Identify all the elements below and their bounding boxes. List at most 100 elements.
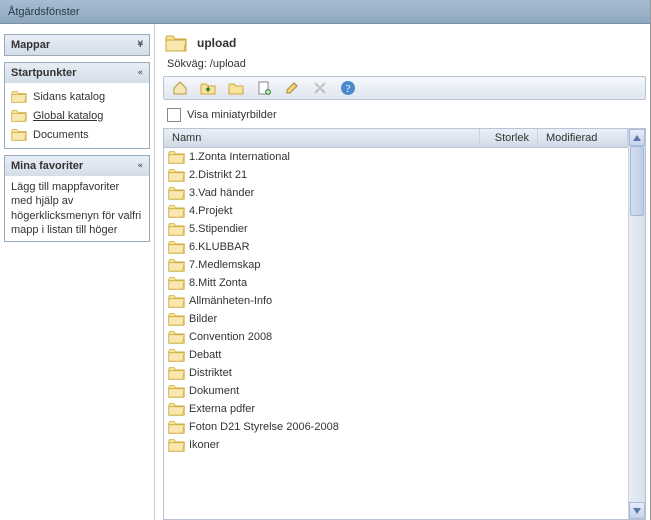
list-item-label: 4.Projekt: [189, 205, 232, 217]
list-item-label: Convention 2008: [189, 331, 272, 343]
file-list: Namn Storlek Modifierad 1.Zonta Internat…: [163, 128, 646, 520]
sidebar-item-label: Documents: [33, 129, 89, 141]
home-icon[interactable]: [172, 80, 188, 96]
panel-favorites-header[interactable]: Mina favoriter «: [5, 156, 149, 176]
column-name[interactable]: Namn: [164, 129, 480, 147]
folder-icon: [168, 402, 185, 416]
collapse-icon: «: [138, 161, 143, 171]
thumbnails-checkbox[interactable]: [167, 108, 181, 122]
folder-icon: [168, 312, 185, 326]
window-title: Åtgärdsfönster: [8, 6, 80, 18]
folder-icon: [11, 90, 27, 103]
list-item-label: 3.Vad händer: [189, 187, 254, 199]
sidebar-item[interactable]: Global katalog: [7, 106, 147, 125]
folder-icon: [168, 384, 185, 398]
panel-favorites-title: Mina favoriter: [11, 160, 83, 172]
new-file-icon[interactable]: [256, 80, 272, 96]
list-item[interactable]: Debatt: [164, 346, 628, 364]
panel-startpoints-header[interactable]: Startpunkter «: [5, 63, 149, 83]
list-item-label: Allmänheten-Info: [189, 295, 272, 307]
list-item[interactable]: 2.Distrikt 21: [164, 166, 628, 184]
scroll-thumb[interactable]: [630, 146, 644, 216]
folder-icon: [165, 34, 187, 52]
path-label: Sökväg: /upload: [161, 58, 648, 76]
panel-folders-title: Mappar: [11, 39, 50, 51]
list-item-label: Dokument: [189, 385, 239, 397]
thumbnails-label: Visa miniatyrbilder: [187, 109, 277, 121]
list-item-label: 6.KLUBBAR: [189, 241, 250, 253]
folder-icon: [168, 258, 185, 272]
list-item[interactable]: 1.Zonta International: [164, 148, 628, 166]
panel-startpoints-title: Startpunkter: [11, 67, 76, 79]
sidebar-item-label: Sidans katalog: [33, 91, 105, 103]
folder-icon: [168, 222, 185, 236]
folder-icon: [168, 186, 185, 200]
folder-icon[interactable]: [228, 80, 244, 96]
help-icon[interactable]: ?: [340, 80, 356, 96]
list-item-label: 2.Distrikt 21: [189, 169, 247, 181]
list-item-label: Externa pdfer: [189, 403, 255, 415]
current-folder-title: upload: [197, 36, 236, 50]
folder-icon: [168, 150, 185, 164]
edit-icon[interactable]: [284, 80, 300, 96]
folder-icon: [168, 276, 185, 290]
list-item-label: 1.Zonta International: [189, 151, 290, 163]
list-item[interactable]: 7.Medlemskap: [164, 256, 628, 274]
panel-folders-header[interactable]: Mappar ¥: [5, 35, 149, 55]
expand-icon: ¥: [138, 40, 143, 50]
list-item[interactable]: Convention 2008: [164, 328, 628, 346]
toolbar: ?: [163, 76, 646, 100]
sidebar-item-label: Global katalog: [33, 110, 103, 122]
scroll-track[interactable]: [629, 146, 645, 502]
list-item-label: 7.Medlemskap: [189, 259, 261, 271]
main-panel: upload Sökväg: /upload ? Visa miniatyrbi…: [155, 24, 650, 520]
collapse-icon: «: [138, 68, 143, 78]
list-item[interactable]: Foton D21 Styrelse 2006-2008: [164, 418, 628, 436]
folder-icon: [168, 330, 185, 344]
list-item-label: 5.Stipendier: [189, 223, 248, 235]
list-item[interactable]: Externa pdfer: [164, 400, 628, 418]
folder-up-icon[interactable]: [200, 80, 216, 96]
delete-icon[interactable]: [312, 80, 328, 96]
scrollbar[interactable]: [628, 129, 645, 519]
folder-icon: [168, 438, 185, 452]
favorites-help-text: Lägg till mappfavoriter med hjälp av hög…: [5, 176, 149, 241]
window-titlebar: Åtgärdsfönster: [0, 0, 650, 24]
list-item[interactable]: Dokument: [164, 382, 628, 400]
folder-icon: [168, 168, 185, 182]
list-item-label: Foton D21 Styrelse 2006-2008: [189, 421, 339, 433]
list-item-label: Ikoner: [189, 439, 220, 451]
folder-icon: [11, 128, 27, 141]
list-item-label: Distriktet: [189, 367, 232, 379]
folder-icon: [11, 109, 27, 122]
panel-folders: Mappar ¥: [4, 34, 150, 56]
sidebar: Mappar ¥ Startpunkter « Sidans katalog Gl…: [0, 24, 155, 520]
list-item[interactable]: 8.Mitt Zonta: [164, 274, 628, 292]
panel-favorites: Mina favoriter « Lägg till mappfavoriter…: [4, 155, 150, 242]
list-item[interactable]: 4.Projekt: [164, 202, 628, 220]
column-size[interactable]: Storlek: [480, 129, 538, 147]
folder-icon: [168, 294, 185, 308]
folder-icon: [168, 420, 185, 434]
list-item-label: Debatt: [189, 349, 221, 361]
list-item-label: Bilder: [189, 313, 217, 325]
list-item[interactable]: 3.Vad händer: [164, 184, 628, 202]
sidebar-item[interactable]: Documents: [7, 125, 147, 144]
column-modified[interactable]: Modifierad: [538, 129, 628, 147]
list-item[interactable]: Allmänheten-Info: [164, 292, 628, 310]
list-item[interactable]: 5.Stipendier: [164, 220, 628, 238]
list-header: Namn Storlek Modifierad: [164, 129, 628, 148]
folder-icon: [168, 240, 185, 254]
list-item[interactable]: 6.KLUBBAR: [164, 238, 628, 256]
list-item[interactable]: Bilder: [164, 310, 628, 328]
list-item[interactable]: Distriktet: [164, 364, 628, 382]
list-item-label: 8.Mitt Zonta: [189, 277, 247, 289]
scroll-up-icon[interactable]: [629, 129, 645, 146]
list-item[interactable]: Ikoner: [164, 436, 628, 454]
folder-icon: [168, 348, 185, 362]
sidebar-item[interactable]: Sidans katalog: [7, 87, 147, 106]
svg-text:?: ?: [346, 83, 351, 95]
scroll-down-icon[interactable]: [629, 502, 645, 519]
folder-icon: [168, 204, 185, 218]
panel-startpoints: Startpunkter « Sidans katalog Global kata…: [4, 62, 150, 149]
